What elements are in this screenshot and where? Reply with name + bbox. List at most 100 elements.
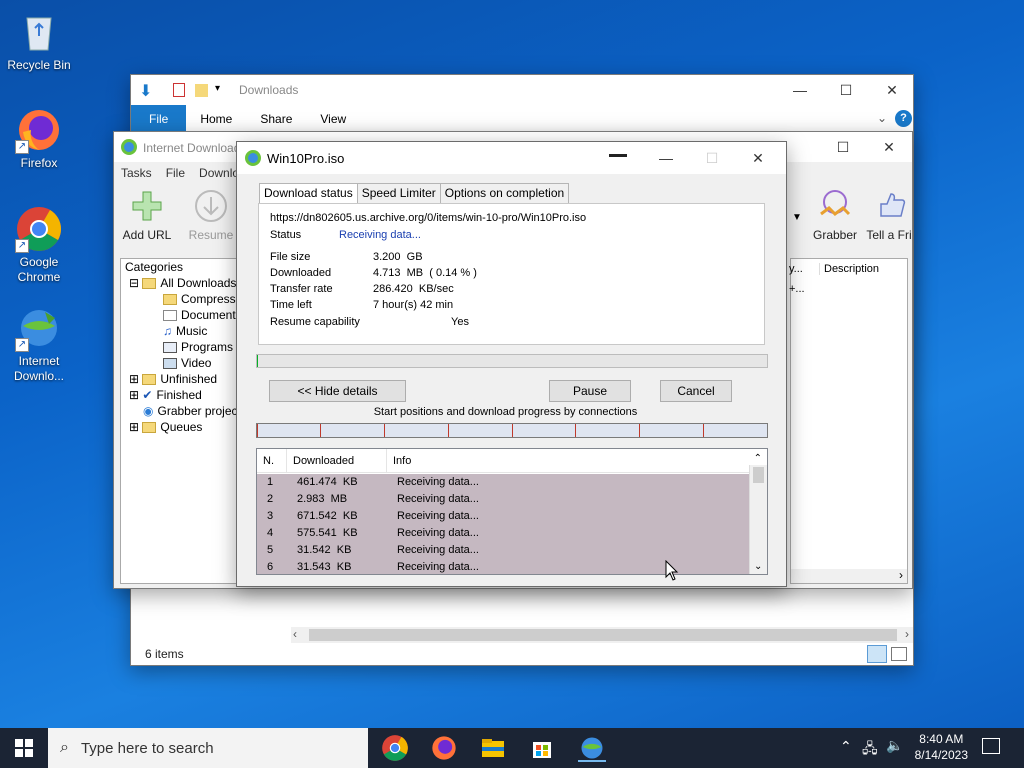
resume-button[interactable]: Resume	[180, 188, 242, 242]
desktop-icon-recycle-bin[interactable]: Recycle Bin	[0, 8, 78, 73]
category-all-downloads[interactable]: ⊟ All Downloads	[129, 276, 236, 290]
downloads-list[interactable]: y... Description +... ›	[789, 258, 908, 584]
category-grabber-projects[interactable]: ◉ Grabber projec	[143, 404, 238, 418]
column-header-downloaded[interactable]: Downloaded	[287, 449, 387, 473]
taskbar-store-icon[interactable]	[528, 734, 556, 762]
scroll-right-icon[interactable]: ›	[899, 568, 903, 582]
toolbar-dropdown-icon[interactable]: ▼	[792, 212, 802, 223]
table-row[interactable]: 2 2.983 MB Receiving data...	[257, 491, 749, 508]
connections-table[interactable]: N. Downloaded Info 1 461.474 KB Receiving …	[256, 448, 768, 575]
dialog-titlebar[interactable]: Win10Pro.iso — ☐ ✕	[237, 142, 786, 174]
menu-tasks[interactable]: Tasks	[121, 166, 152, 180]
dialog-maximize-button: ☐	[705, 149, 719, 166]
taskbar-chrome-icon[interactable]	[381, 734, 409, 762]
row-info: Receiving data...	[397, 561, 479, 573]
taskbar-idm-icon[interactable]	[578, 734, 606, 762]
help-icon[interactable]: ?	[895, 110, 912, 127]
category-documents[interactable]: Documents	[163, 308, 242, 322]
list-header-description[interactable]: Description	[819, 263, 879, 275]
category-music[interactable]: ♫ Music	[163, 324, 207, 338]
close-button[interactable]: ✕	[869, 75, 915, 105]
column-header-info[interactable]: Info	[387, 449, 739, 473]
desktop-icon-idm[interactable]: ↗ Internet Downlo...	[0, 304, 78, 384]
grabber-button[interactable]: Grabber	[804, 188, 866, 242]
dialog-close-button[interactable]: ✕	[735, 142, 781, 174]
row-n: 2	[267, 493, 274, 505]
network-icon[interactable]: 🖧	[862, 738, 878, 762]
ribbon-tab-file[interactable]: File	[131, 105, 187, 133]
row-downloaded: 461.474 KB	[297, 476, 358, 488]
start-button[interactable]	[0, 728, 48, 768]
category-compressed[interactable]: Compresse	[163, 292, 242, 306]
grabber-icon	[817, 188, 853, 224]
ribbon-tab-home[interactable]: Home	[186, 105, 246, 133]
ribbon-tab-view[interactable]: View	[306, 105, 360, 133]
taskbar-file-explorer-icon[interactable]	[479, 734, 507, 762]
ribbon-tab-share[interactable]: Share	[246, 105, 306, 133]
category-programs[interactable]: Programs	[163, 340, 233, 354]
resume-icon	[193, 188, 229, 224]
cancel-button[interactable]: Cancel	[660, 380, 732, 402]
scrollbar-thumb[interactable]	[309, 629, 897, 641]
large-icons-view-icon[interactable]	[891, 647, 907, 661]
shortcut-arrow-icon: ↗	[15, 140, 29, 154]
category-video[interactable]: Video	[163, 356, 211, 370]
menu-downloads[interactable]: Downlo	[199, 166, 239, 180]
menu-file[interactable]: File	[166, 166, 185, 180]
film-icon	[163, 357, 177, 369]
details-view-icon[interactable]	[867, 645, 887, 663]
table-row[interactable]: 1 461.474 KB Receiving data...	[257, 474, 749, 491]
connection-marker	[512, 424, 513, 437]
tell-a-friend-button[interactable]: Tell a Fri	[864, 188, 914, 242]
customize-quick-access-icon[interactable]: ▾	[215, 83, 220, 94]
table-row[interactable]: 4 575.541 KB Receiving data...	[257, 525, 749, 542]
notifications-icon[interactable]	[982, 738, 1000, 754]
category-finished[interactable]: ⊞ ✔ Finished	[129, 388, 202, 402]
list-hscrollbar[interactable]: ›	[791, 568, 907, 583]
explorer-hscrollbar[interactable]: ‹ ›	[291, 627, 913, 643]
table-row[interactable]: 3 671.542 KB Receiving data...	[257, 508, 749, 525]
idm-close-button[interactable]: ✕	[866, 132, 912, 162]
category-queues[interactable]: ⊞ Queues	[129, 420, 202, 434]
show-hidden-icons-icon[interactable]: ⌃	[840, 738, 852, 755]
table-vscrollbar[interactable]: ⌄	[749, 465, 767, 574]
tab-speed-limiter[interactable]: Speed Limiter	[356, 183, 441, 203]
maximize-button[interactable]: ☐	[823, 75, 869, 105]
taskbar-search-box[interactable]: ⌕ Type here to search	[48, 728, 368, 768]
scroll-right-icon[interactable]: ›	[905, 627, 909, 641]
scroll-left-icon[interactable]: ‹	[293, 627, 297, 641]
idm-icon: ↗	[15, 304, 63, 352]
minimize-button[interactable]: —	[777, 75, 823, 105]
desktop-icon-chrome[interactable]: ↗ Google Chrome	[0, 205, 78, 285]
properties-icon[interactable]	[173, 83, 185, 97]
explorer-title: Downloads	[239, 83, 299, 97]
column-header-n[interactable]: N.	[257, 449, 287, 473]
desktop-icon-firefox[interactable]: ↗ Firefox	[0, 106, 78, 171]
hide-details-button[interactable]: << Hide details	[269, 380, 406, 402]
scroll-up-icon[interactable]: ⌃	[754, 453, 762, 464]
idm-maximize-button[interactable]: ☐	[820, 132, 866, 162]
add-url-button[interactable]: Add URL	[116, 188, 178, 242]
tab-options-on-completion[interactable]: Options on completion	[439, 183, 570, 203]
new-folder-icon[interactable]	[195, 84, 208, 97]
scroll-down-icon[interactable]: ⌄	[754, 561, 762, 572]
dialog-minimize-button[interactable]: —	[643, 142, 689, 174]
taskbar-clock[interactable]: 8:40 AM 8/14/2023	[915, 731, 968, 763]
table-row[interactable]: 5 31.542 KB Receiving data...	[257, 542, 749, 559]
list-header-partial[interactable]: y...	[789, 263, 803, 275]
item-count: 6 items	[145, 647, 184, 661]
taskbar-firefox-icon[interactable]	[430, 734, 458, 762]
volume-icon[interactable]: 🔈	[886, 737, 903, 754]
downloaded-label: Downloaded	[270, 267, 332, 279]
download-progress-dialog[interactable]: Win10Pro.iso — ☐ ✕ Download status Speed…	[236, 141, 787, 587]
categories-panel[interactable]: Categories ⊟ All Downloads Compresse Doc…	[120, 258, 250, 584]
download-status-page: https://dn802605.us.archive.org/0/items/…	[258, 203, 765, 345]
pause-button[interactable]: Pause	[549, 380, 631, 402]
scrollbar-thumb[interactable]	[753, 467, 764, 483]
expand-ribbon-icon[interactable]: ⌄	[877, 111, 887, 125]
folder-icon	[142, 421, 157, 433]
explorer-titlebar[interactable]: ⬇ ▾ Downloads — ☐ ✕	[131, 75, 913, 105]
download-progress-bar	[256, 354, 768, 368]
tab-download-status[interactable]: Download status	[259, 183, 358, 204]
category-unfinished[interactable]: ⊞ Unfinished	[129, 372, 217, 386]
